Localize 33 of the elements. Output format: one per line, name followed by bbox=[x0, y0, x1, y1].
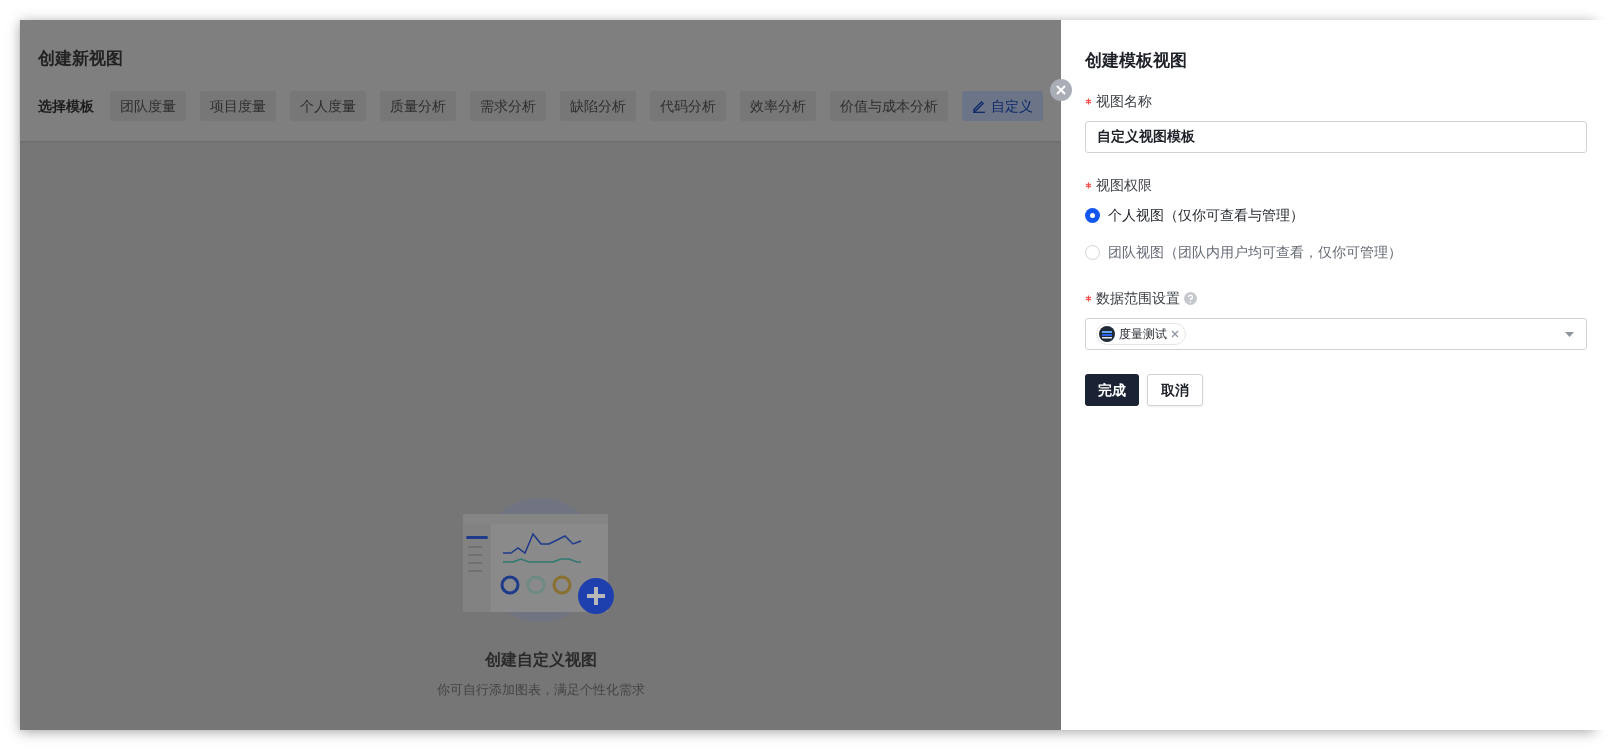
cancel-button[interactable]: 取消 bbox=[1147, 374, 1203, 406]
empty-state-title: 创建自定义视图 bbox=[484, 650, 597, 670]
close-icon bbox=[1056, 85, 1066, 95]
field-label: 数据范围设置 bbox=[1096, 288, 1180, 308]
project-avatar-icon bbox=[1099, 326, 1115, 342]
field-label: 视图权限 bbox=[1096, 175, 1152, 195]
radio-button[interactable] bbox=[1085, 207, 1100, 223]
help-icon bbox=[1184, 291, 1197, 305]
template-tab[interactable]: 代码分析 bbox=[650, 91, 726, 121]
template-tab[interactable]: 团队度量 bbox=[110, 91, 186, 121]
template-tab[interactable]: 价值与成本分析 bbox=[830, 91, 948, 121]
radio-label: 个人视图（仅你可查看与管理） bbox=[1108, 205, 1304, 225]
template-label: 选择模板 bbox=[38, 96, 94, 116]
name-input-field[interactable]: 自定义视图模板 bbox=[1085, 121, 1587, 153]
scope-select-field[interactable]: 度量测试 bbox=[1085, 318, 1587, 350]
template-tab[interactable]: 个人度量 bbox=[290, 91, 366, 121]
caret-down-icon bbox=[1565, 331, 1574, 337]
done-button[interactable]: 完成 bbox=[1085, 374, 1139, 406]
close-button[interactable] bbox=[1050, 79, 1072, 101]
field-label: 视图名称 bbox=[1096, 91, 1152, 111]
tag-label: 度量测试 bbox=[1119, 326, 1167, 343]
template-tab[interactable]: 缺陷分析 bbox=[560, 91, 636, 121]
template-tab[interactable]: 质量分析 bbox=[380, 91, 456, 121]
template-tab[interactable]: 需求分析 bbox=[470, 91, 546, 121]
template-tab[interactable]: 自定义 bbox=[962, 91, 1043, 121]
radio-button[interactable] bbox=[1085, 244, 1100, 260]
radio-label: 团队视图（团队内用户均可查看，仅你可管理） bbox=[1108, 242, 1402, 262]
template-tab[interactable]: 效率分析 bbox=[740, 91, 816, 121]
drawer-title: 创建模板视图 bbox=[1085, 50, 1188, 72]
page-title: 创建新视图 bbox=[38, 48, 124, 70]
remove-tag-icon[interactable] bbox=[1171, 330, 1179, 338]
pencil-icon bbox=[972, 99, 986, 113]
template-tab[interactable]: 项目度量 bbox=[200, 91, 276, 121]
